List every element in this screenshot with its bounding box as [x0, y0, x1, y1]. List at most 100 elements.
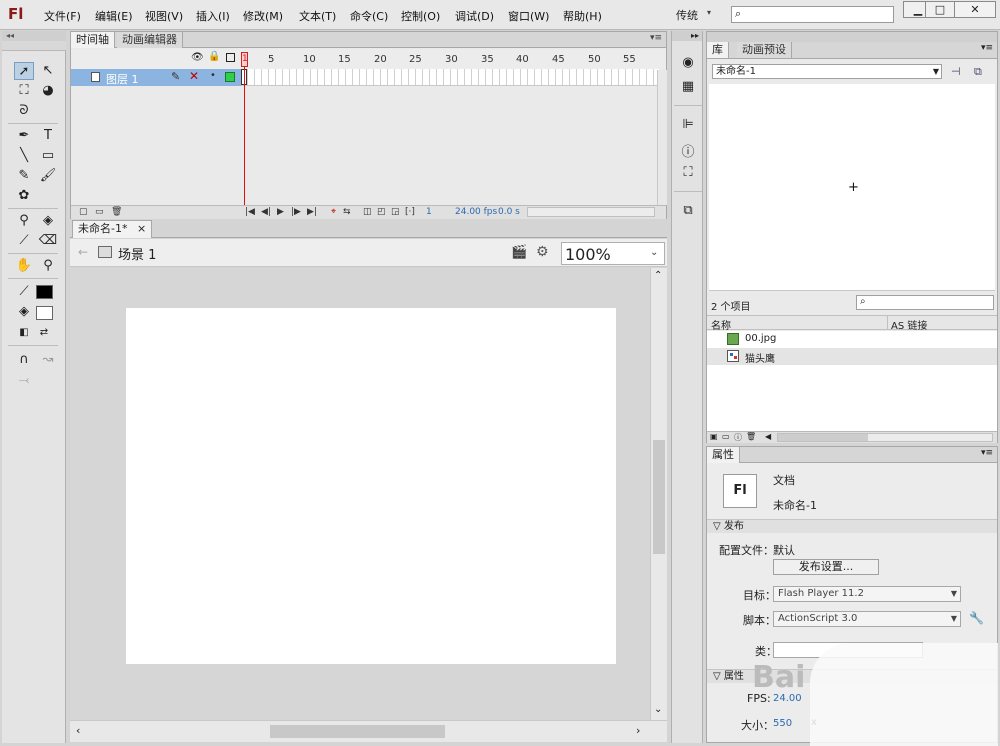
panel-menu-icon[interactable]: ▾≡	[981, 448, 993, 458]
layer-row[interactable]: 图层 1 ✎ ✕ •	[71, 69, 241, 86]
frame-ruler[interactable]: 5 10 15 20 25 30 35 40 45 50 55	[241, 52, 659, 70]
lasso-tool-icon[interactable]: ᘐ	[14, 102, 34, 120]
column-name[interactable]: 名称	[711, 317, 731, 332]
chevron-down-icon[interactable]: ▼	[933, 65, 939, 78]
red-x-icon[interactable]: ✕	[189, 69, 199, 83]
panel-grip[interactable]	[2, 41, 66, 51]
pen-tool-icon[interactable]: ✒	[14, 127, 34, 145]
menu-view[interactable]: 视图(V)	[145, 8, 183, 24]
playhead-marker[interactable]: 1	[241, 52, 248, 67]
library-search-input[interactable]: ⌕	[856, 295, 994, 310]
zoom-tool-icon[interactable]: ⚲	[38, 257, 58, 275]
pencil-tool-icon[interactable]: ✎	[14, 167, 34, 185]
scroll-left-icon[interactable]: ◀	[765, 432, 771, 441]
library-document-select[interactable]: 未命名-1 ▼	[712, 64, 942, 79]
brush-tool-icon[interactable]: 🖌	[38, 167, 58, 185]
bone-tool-icon[interactable]: ⚲	[14, 212, 34, 230]
list-item[interactable]: 00.jpg	[707, 331, 997, 348]
eyedropper-tool-icon[interactable]: ⟋	[14, 232, 34, 250]
edit-symbol-icon[interactable]: ⚙	[536, 244, 549, 260]
script-select[interactable]: ActionScript 3.0 ▼	[773, 611, 961, 627]
modify-markers-icon[interactable]: [·]	[405, 207, 415, 217]
black-white-icon[interactable]: ◧	[14, 324, 34, 342]
menu-help[interactable]: 帮助(H)	[563, 8, 602, 24]
stage-vertical-scrollbar[interactable]: ⌃ ⌄	[650, 268, 667, 720]
stage[interactable]	[126, 308, 616, 664]
3d-rotation-tool-icon[interactable]: ◕	[38, 82, 58, 100]
delete-icon[interactable]: 🗑	[746, 432, 756, 441]
snap-magnet-icon[interactable]: ∩	[14, 351, 34, 369]
dot-icon[interactable]: •	[210, 70, 216, 81]
frame-rate[interactable]: 24.00 fps	[455, 207, 497, 217]
info-panel-icon[interactable]: ⓘ	[679, 141, 697, 160]
menu-edit[interactable]: 编辑(E)	[95, 8, 133, 24]
menu-file[interactable]: 文件(F)	[44, 8, 81, 24]
timeline-vertical-scrollbar[interactable]	[657, 70, 667, 205]
zoom-select[interactable]: 100% ⌄	[561, 242, 665, 265]
new-layer-icon[interactable]: ▢	[79, 207, 88, 217]
go-first-frame-icon[interactable]: |◀	[245, 207, 255, 217]
width-value[interactable]: 550	[773, 718, 792, 729]
lock-icon[interactable]: 🔒	[208, 51, 220, 62]
color-panel-icon[interactable]: ◉	[679, 55, 697, 71]
go-last-frame-icon[interactable]: ▶|	[307, 207, 317, 217]
stage-horizontal-scrollbar[interactable]: ‹ ›	[70, 720, 667, 742]
column-as-linkage[interactable]: AS 链接	[891, 317, 927, 332]
current-frame[interactable]: 1	[426, 207, 432, 217]
list-item[interactable]: 猫头鹰	[707, 348, 997, 365]
layer-name[interactable]: 图层 1	[106, 71, 139, 87]
fill-color-swatch[interactable]	[36, 306, 53, 320]
menu-debug[interactable]: 调试(D)	[455, 8, 494, 24]
frames-row[interactable]	[241, 69, 659, 86]
rectangle-tool-icon[interactable]: ▭	[38, 147, 58, 165]
center-frame-icon[interactable]: ⌖	[331, 207, 336, 217]
layer-outline-color[interactable]	[225, 72, 235, 82]
step-back-icon[interactable]: ◀|	[261, 207, 271, 217]
loop-icon[interactable]: ⇆	[343, 207, 351, 217]
scroll-thumb[interactable]	[778, 434, 868, 441]
playhead[interactable]: 1	[241, 52, 248, 207]
maximize-button[interactable]: □	[925, 1, 955, 18]
subselection-tool-icon[interactable]: ↖	[38, 62, 58, 80]
close-button[interactable]: ✕	[954, 1, 996, 18]
publish-settings-button[interactable]: 发布设置...	[773, 559, 879, 575]
step-forward-icon[interactable]: |▶	[291, 207, 301, 217]
paint-bucket-tool-icon[interactable]: ◈	[38, 212, 58, 230]
onion-skin-icon[interactable]: ◫	[363, 207, 372, 217]
scroll-up-icon[interactable]: ⌃	[654, 270, 662, 281]
panel-menu-icon[interactable]: ▾≡	[981, 43, 993, 53]
timeline-horizontal-scrollbar[interactable]	[527, 207, 655, 217]
menu-window[interactable]: 窗口(W)	[508, 8, 549, 24]
transform-panel-icon[interactable]: ⛶	[679, 165, 697, 181]
fill-color-icon[interactable]: ◈	[14, 303, 34, 321]
wrench-icon[interactable]: 🔧	[969, 611, 984, 625]
pin-library-icon[interactable]: ⊣	[951, 65, 961, 78]
edit-scene-icon[interactable]: 🎬	[511, 245, 527, 260]
align-panel-icon[interactable]: ⊫	[679, 117, 697, 133]
play-icon[interactable]: ▶	[277, 207, 284, 217]
menu-modify[interactable]: 修改(M)	[243, 8, 283, 24]
text-tool-icon[interactable]: T	[38, 127, 58, 145]
help-search-input[interactable]: ⌕	[731, 6, 894, 23]
tab-motion-editor[interactable]: 动画编辑器	[117, 32, 183, 48]
free-transform-tool-icon[interactable]: ⛶	[14, 82, 34, 100]
tab-motion-presets[interactable]: 动画预设	[737, 42, 792, 58]
pasteboard[interactable]	[70, 268, 650, 720]
scroll-right-icon[interactable]: ›	[636, 724, 640, 737]
tab-properties[interactable]: 属性	[707, 447, 740, 463]
new-folder-icon[interactable]: ▭	[95, 207, 104, 217]
stroke-color-swatch[interactable]	[36, 285, 53, 299]
workspace-switcher[interactable]: 传统	[676, 7, 698, 23]
menu-control[interactable]: 控制(O)	[401, 8, 440, 24]
back-arrow-icon[interactable]: ←	[78, 245, 88, 259]
eraser-tool-icon[interactable]: ⌫	[38, 232, 58, 250]
scene-label[interactable]: 场景 1	[118, 244, 156, 263]
new-folder-icon[interactable]: ▭	[722, 432, 730, 441]
components-panel-icon[interactable]: ⧉	[679, 203, 697, 219]
scroll-down-icon[interactable]: ⌄	[654, 704, 662, 715]
scroll-left-icon[interactable]: ‹	[76, 724, 80, 737]
show-hide-eye-icon[interactable]: 👁	[191, 52, 204, 63]
document-tab[interactable]: 未命名-1* ×	[72, 220, 153, 238]
target-select[interactable]: Flash Player 11.2 ▼	[773, 586, 961, 602]
collapse-arrows-icon[interactable]: ◂◂	[2, 31, 66, 41]
